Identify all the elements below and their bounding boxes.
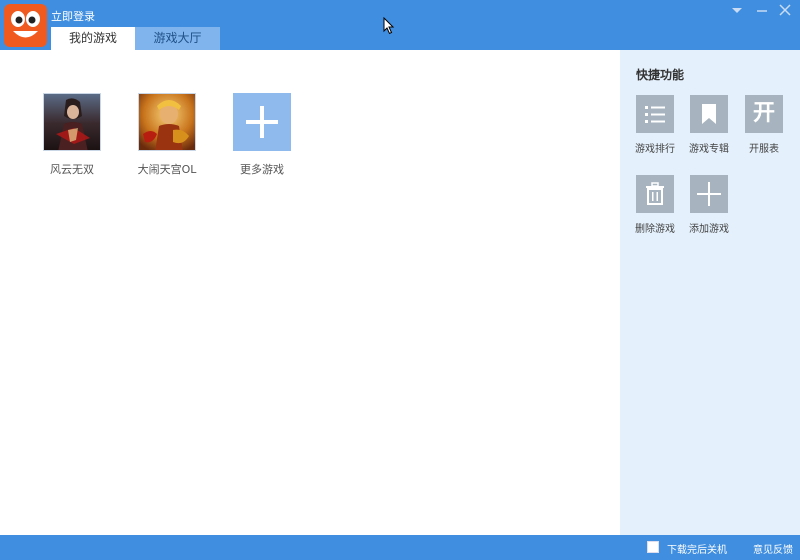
status-bar: 下载完后关机 意见反馈: [0, 535, 800, 560]
more-games-tile[interactable]: 更多游戏: [222, 93, 302, 177]
plus-icon: [233, 93, 291, 151]
my-games-panel: 风云无双 大闹天宫OL 更多游戏: [0, 50, 620, 535]
minimize-icon: [757, 10, 767, 12]
close-button[interactable]: [776, 2, 794, 18]
bookmark-icon: [690, 95, 728, 133]
game-label: 风云无双: [50, 163, 94, 176]
tab-label: 我的游戏: [68, 31, 117, 45]
app-logo-icon: [4, 4, 47, 47]
kai-glyph: 开: [752, 101, 775, 126]
function-label: 游戏排行: [635, 144, 675, 155]
add-game-button[interactable]: 添加游戏: [682, 175, 736, 235]
shutdown-label: 下载完后关机: [667, 545, 727, 556]
game-label: 更多游戏: [240, 163, 284, 176]
server-schedule-button[interactable]: 开 开服表: [737, 95, 791, 155]
game-ranking-button[interactable]: 游戏排行: [628, 95, 682, 155]
quick-functions-sidebar: 快捷功能 游戏排行 游戏专辑 开 开服表 删除游戏 添加游戏: [620, 50, 800, 535]
danao-game-icon: [138, 93, 196, 151]
trash-icon: [636, 175, 674, 213]
close-icon: [779, 4, 791, 16]
game-tile-danao[interactable]: 大闹天宫OL: [127, 93, 207, 177]
plus-icon: [690, 175, 728, 213]
title-bar: 立即登录 我的游戏 游戏大厅: [0, 0, 800, 50]
tab-my-games[interactable]: 我的游戏: [51, 27, 135, 50]
game-tile-fengyun[interactable]: 风云无双: [32, 93, 112, 177]
game-label: 大闹天宫OL: [137, 163, 197, 176]
mouse-cursor-icon: [383, 17, 395, 35]
login-link[interactable]: 立即登录: [51, 8, 95, 24]
minimize-button[interactable]: [753, 2, 771, 18]
function-label: 开服表: [749, 144, 779, 155]
function-label: 删除游戏: [635, 224, 675, 235]
triangle-down-icon: [732, 8, 742, 13]
function-label: 添加游戏: [689, 224, 729, 235]
tab-game-hall[interactable]: 游戏大厅: [135, 27, 220, 50]
game-album-button[interactable]: 游戏专辑: [682, 95, 736, 155]
sidebar-title: 快捷功能: [636, 68, 685, 82]
dropdown-menu-button[interactable]: [728, 2, 746, 18]
fengyun-game-icon: [43, 93, 101, 151]
shutdown-after-download-checkbox[interactable]: [647, 541, 659, 553]
list-icon: [636, 95, 674, 133]
function-label: 游戏专辑: [689, 144, 729, 155]
tab-label: 游戏大厅: [153, 31, 202, 45]
feedback-link[interactable]: 意见反馈: [753, 541, 793, 556]
kai-icon: 开: [745, 95, 783, 133]
delete-game-button[interactable]: 删除游戏: [628, 175, 682, 235]
